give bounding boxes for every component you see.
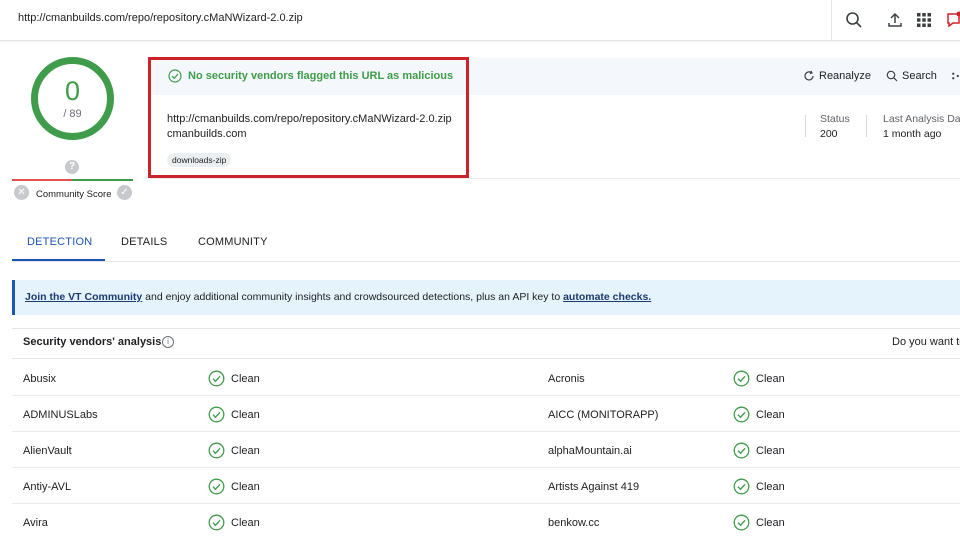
vote-harmless-icon[interactable]: ✓ (117, 185, 132, 200)
vendor-name: benkow.cc (548, 517, 600, 529)
check-circle-icon (208, 442, 225, 459)
notifications-icon[interactable] (945, 11, 960, 29)
reanalyze-icon (804, 70, 814, 81)
check-circle-icon (733, 478, 750, 495)
vendor-status: Clean (756, 408, 785, 421)
search-label: Search (902, 70, 937, 82)
community-notice-text: Join the VT Community and enjoy addition… (25, 291, 651, 303)
topbar-divider (831, 0, 832, 41)
vendors-title: Security vendors' analysis (23, 336, 162, 348)
vendor-result: Clean (208, 442, 260, 459)
detection-score-value: 0 (64, 76, 81, 106)
automate-checks-link[interactable]: automate checks. (563, 291, 651, 303)
vendor-name: AICC (MONITORAPP) (548, 409, 659, 421)
table-row: AlienVault Clean alphaMountain.ai Clean (12, 432, 960, 468)
vendor-status: Clean (756, 444, 785, 457)
vendor-name: Avira (23, 517, 48, 529)
info-divider (150, 178, 960, 179)
tab-detection[interactable]: DETECTION (27, 236, 92, 248)
vendor-status: Clean (231, 516, 260, 529)
vendor-name: Artists Against 419 (548, 481, 640, 493)
vendor-name: Acronis (548, 373, 585, 385)
check-circle-icon (733, 370, 750, 387)
tabs-divider (12, 261, 960, 262)
check-circle-icon (208, 406, 225, 423)
table-row: Avira Clean benkow.cc Clean (12, 504, 960, 540)
table-row: Antiy-AVL Clean Artists Against 419 Clea… (12, 468, 960, 504)
vendor-status: Clean (231, 408, 260, 421)
tab-details[interactable]: DETAILS (121, 236, 167, 248)
vendor-result: Clean (733, 442, 785, 459)
vendor-result: Clean (733, 514, 785, 531)
vendor-result: Clean (733, 370, 785, 387)
vendor-result: Clean (208, 478, 260, 495)
upload-icon[interactable] (886, 11, 904, 29)
community-score-bar-negative (12, 179, 72, 181)
community-score-label: Community Score (36, 189, 112, 200)
status-value: 200 (820, 128, 838, 140)
highlight-annotation-box (148, 57, 469, 178)
graph-icon[interactable] (951, 70, 960, 82)
meta-separator (805, 115, 806, 137)
notice-middle-text: and enjoy additional community insights … (142, 291, 564, 303)
vote-malicious-icon[interactable]: ✕ (14, 185, 29, 200)
vendor-result: Clean (208, 370, 260, 387)
vendor-name: AlienVault (23, 445, 72, 457)
table-row: ADMINUSLabs Clean AICC (MONITORAPP) Clea… (12, 396, 960, 432)
vendor-name: Antiy-AVL (23, 481, 72, 493)
check-circle-icon (733, 406, 750, 423)
vendor-name: ADMINUSLabs (23, 409, 98, 421)
vendor-result: Clean (208, 406, 260, 423)
vendor-status: Clean (231, 480, 260, 493)
reanalyze-label: Reanalyze (819, 70, 871, 82)
reanalyze-button[interactable]: Reanalyze (803, 70, 871, 82)
check-circle-icon (733, 442, 750, 459)
last-analysis-value: 1 month ago (883, 128, 942, 140)
check-circle-icon (208, 370, 225, 387)
vendor-status: Clean (756, 516, 785, 529)
search-input[interactable] (18, 12, 818, 24)
vendor-status: Clean (231, 372, 260, 385)
apps-grid-icon[interactable] (915, 11, 933, 29)
vendor-status: Clean (231, 444, 260, 457)
top-search-bar (0, 0, 960, 41)
status-label: Status (820, 113, 850, 125)
table-row: Abusix Clean Acronis Clean (12, 360, 960, 396)
search-icon[interactable] (845, 11, 863, 29)
similar-search-button[interactable]: Search (886, 70, 937, 82)
vendor-result: Clean (733, 406, 785, 423)
tab-community[interactable]: COMMUNITY (198, 236, 268, 248)
vendor-status: Clean (756, 480, 785, 493)
check-circle-icon (208, 478, 225, 495)
community-score-question-icon: ? (65, 160, 79, 174)
check-circle-icon (733, 514, 750, 531)
meta-separator (866, 115, 867, 137)
detection-score-total: / 89 (63, 108, 82, 120)
last-analysis-label: Last Analysis Da (883, 113, 960, 125)
community-score-bar-positive (72, 179, 133, 181)
check-circle-icon (208, 514, 225, 531)
vendor-result: Clean (733, 478, 785, 495)
vendor-name: alphaMountain.ai (548, 445, 632, 457)
vendors-right-text: Do you want to (892, 336, 960, 348)
join-community-link[interactable]: Join the VT Community (25, 291, 142, 303)
info-icon[interactable]: i (162, 336, 174, 348)
search-icon (886, 70, 898, 82)
vendor-result: Clean (208, 514, 260, 531)
vendor-status: Clean (756, 372, 785, 385)
vendor-name: Abusix (23, 373, 57, 385)
